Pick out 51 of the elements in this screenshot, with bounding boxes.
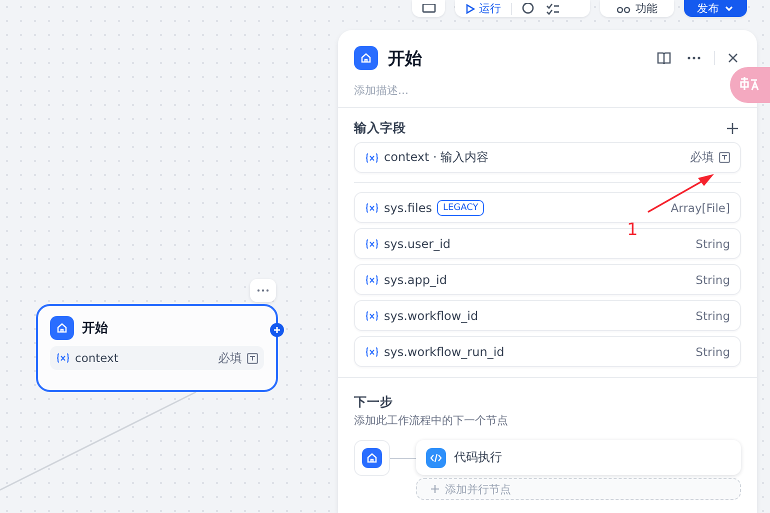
field-name: sys.user_id bbox=[384, 236, 451, 250]
field-type: String bbox=[696, 236, 730, 250]
variable-icon bbox=[365, 346, 379, 356]
variable-icon bbox=[365, 152, 379, 162]
more-icon bbox=[257, 289, 269, 292]
publish-button[interactable]: 发布 bbox=[684, 0, 747, 17]
variable-icon bbox=[365, 310, 379, 320]
legacy-tag: LEGACY bbox=[436, 200, 484, 216]
field-name: sys.workflow_run_id bbox=[384, 344, 504, 358]
field-name: sys.files bbox=[384, 200, 432, 214]
node-title: 开始 bbox=[82, 320, 108, 337]
variable-icon bbox=[56, 353, 70, 363]
text-input-icon bbox=[247, 352, 258, 364]
plus-icon bbox=[431, 485, 439, 493]
code-icon bbox=[426, 448, 446, 468]
add-icon[interactable] bbox=[724, 121, 741, 136]
required-label: 必填 bbox=[690, 149, 714, 166]
variable-icon bbox=[365, 274, 379, 284]
run-button[interactable]: 运行 bbox=[465, 1, 501, 16]
start-node[interactable]: 开始 context 必填 bbox=[36, 304, 278, 392]
node-title: 代码执行 bbox=[454, 449, 502, 466]
annotation-number: 1 bbox=[627, 220, 638, 240]
checklist-icon[interactable] bbox=[546, 2, 560, 14]
text-input-icon bbox=[719, 152, 730, 163]
play-icon bbox=[465, 4, 475, 14]
input-field-row[interactable]: context · 输入内容 必填 bbox=[354, 142, 741, 173]
section-description: 添加此工作流程中的下一个节点 bbox=[354, 413, 509, 428]
home-icon bbox=[354, 46, 378, 70]
variable-icon bbox=[365, 238, 379, 248]
field-type: String bbox=[696, 308, 730, 322]
required-label: 必填 bbox=[218, 350, 242, 366]
chevron-down-icon bbox=[724, 4, 734, 12]
field-name: sys.workflow_id bbox=[384, 308, 478, 322]
field-type: Array[File] bbox=[670, 200, 730, 214]
field-name: context · 输入内容 bbox=[384, 149, 489, 166]
field-name: sys.app_id bbox=[384, 272, 447, 286]
field-type: String bbox=[696, 344, 730, 358]
env-button[interactable] bbox=[412, 0, 445, 17]
section-title: 下一步 bbox=[354, 394, 394, 411]
home-icon bbox=[362, 448, 382, 468]
section-title: 输入字段 bbox=[354, 120, 406, 137]
next-node-card[interactable]: 代码执行 bbox=[416, 440, 741, 475]
home-icon bbox=[50, 316, 74, 340]
add-icon[interactable] bbox=[270, 323, 284, 337]
env-icon bbox=[422, 4, 436, 14]
connector-line bbox=[390, 458, 416, 459]
variable-name: context bbox=[75, 351, 120, 365]
panel-title: 开始 bbox=[388, 48, 422, 70]
field-type: String bbox=[696, 272, 730, 286]
features-button[interactable]: 功能 bbox=[600, 0, 674, 17]
variable-icon bbox=[365, 202, 379, 212]
